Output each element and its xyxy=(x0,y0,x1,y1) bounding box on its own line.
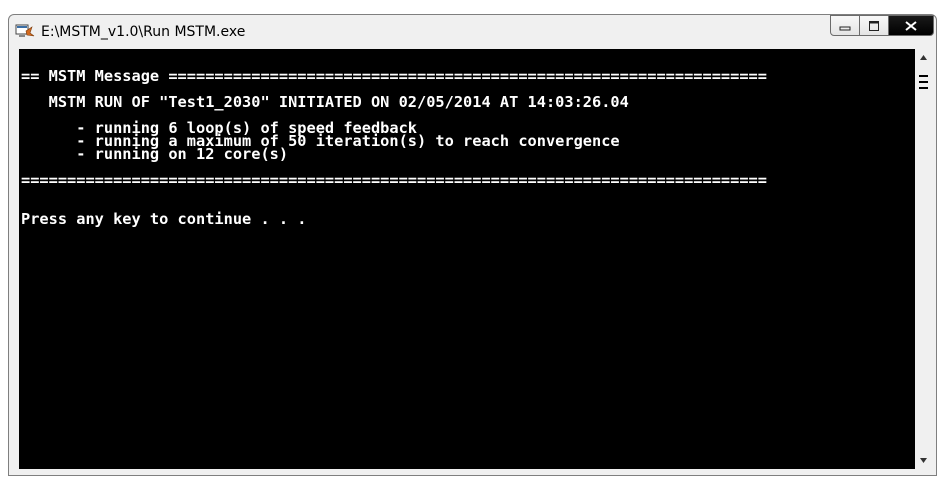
console-text: == MSTM Message ========================… xyxy=(21,57,767,226)
close-icon xyxy=(905,20,917,31)
console-line: Press any key to continue . . . xyxy=(21,210,307,228)
scroll-up-button[interactable] xyxy=(915,49,932,66)
minimize-button[interactable] xyxy=(830,15,860,36)
arrow-down-icon xyxy=(920,458,927,463)
console-output[interactable]: == MSTM Message ========================… xyxy=(19,49,915,469)
scroll-down-button[interactable] xyxy=(915,452,932,469)
console-line: == MSTM Message ========================… xyxy=(21,67,767,85)
arrow-up-icon xyxy=(920,55,927,60)
title-bar[interactable]: E:\MSTM_v1.0\Run MSTM.exe xyxy=(9,15,936,49)
console-app-icon[interactable] xyxy=(15,23,35,39)
console-window: E:\MSTM_v1.0\Run MSTM.exe == MSTM Messag… xyxy=(8,14,937,476)
scroll-thumb[interactable] xyxy=(919,75,928,89)
console-line: ========================================… xyxy=(21,171,767,189)
console-line: MSTM RUN OF "Test1_2030" INITIATED ON 02… xyxy=(21,93,629,111)
minimize-icon xyxy=(839,26,851,30)
maximize-button[interactable] xyxy=(859,15,889,36)
console-line: - running on 12 core(s) xyxy=(21,145,289,163)
vertical-scrollbar[interactable] xyxy=(915,49,932,469)
window-controls xyxy=(830,15,934,37)
maximize-icon xyxy=(869,20,879,31)
window-title: E:\MSTM_v1.0\Run MSTM.exe xyxy=(41,24,246,40)
close-button[interactable] xyxy=(888,15,934,36)
